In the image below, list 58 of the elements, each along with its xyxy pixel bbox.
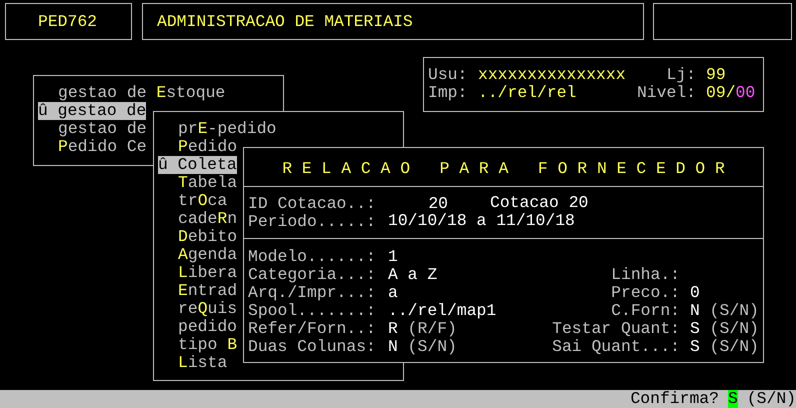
field-label: Modelo......: [248,247,377,266]
menu-item[interactable]: tipo B [158,336,238,354]
menu-item[interactable]: û gestao de [38,102,146,120]
field-value[interactable]: N (S/N) [388,337,538,356]
menu-item[interactable]: gestao de Estoque [38,84,226,102]
user-label: Usu: [428,66,468,84]
field-label: Periodo.....: [248,212,377,230]
program-code: PED762 [38,12,98,30]
field-label: C.Forn: [610,302,680,320]
level-value: 09/00 [706,84,756,102]
field-label: Sai Quant...: [551,338,680,356]
menu-item[interactable]: prE-pedido [158,120,276,138]
field-label: Spool.......: [248,301,377,320]
field-label: Duas Colunas: [248,337,377,356]
menu-item[interactable]: Agenda [158,246,238,264]
menu-item[interactable]: gestao de [38,120,147,138]
field-value[interactable]: 0 [690,283,700,302]
menu-item[interactable]: Tabela [158,174,238,192]
field-value[interactable]: ../rel/map1 [388,301,538,320]
field-value[interactable]: S (S/N) [690,337,759,356]
field-value[interactable]: A a Z [388,265,538,284]
printer-label: Imp: [428,84,468,102]
field-label: Arq./Impr...: [248,283,377,302]
field-label: Preco.: [610,284,680,302]
level-label: Nivel: [636,84,697,102]
menu-item[interactable]: Pedido Ce [38,138,147,156]
store-value: 99 [706,66,726,84]
menu-item[interactable]: Lista [158,354,228,372]
field-value[interactable]: a [388,283,538,302]
field-value[interactable]: 10/10/18 a 11/10/18 [388,212,575,230]
menu-item[interactable]: reQuis [158,300,238,318]
screen-title: ADMINISTRACAO DE MATERIAIS [157,12,413,30]
field-value[interactable]: 1 [388,247,538,266]
field-label: Testar Quant: [551,320,680,338]
dialog-title: R E L A C A O P A R A F O R N E C E D O R [244,148,763,187]
confirm-prompt: Confirma? [630,390,719,408]
confirm-hint: (S/N) [746,390,796,408]
printer-value: ../rel/rel [478,84,578,102]
field-label: ID Cotacao..: [248,194,377,212]
field-value[interactable]: S (S/N) [690,319,759,338]
menu-item[interactable]: trOca [158,192,228,210]
menu-item[interactable]: Debito [158,228,238,246]
menu-item[interactable]: Entrad [158,282,238,300]
field-value[interactable]: 20 [388,194,448,212]
quote-description: Cotacao 20 [490,194,588,212]
menu-item[interactable]: Libera [158,264,238,282]
field-value[interactable]: N (S/N) [690,301,759,320]
field-label: Linha.: [610,266,680,284]
menu-item[interactable]: cadeRn [158,210,238,228]
field-label: Refer/Forn..: [248,319,377,338]
field-label: Categoria...: [248,265,377,284]
user-value: xxxxxxxxxxxxxxx [478,66,627,84]
menu-item[interactable]: û Coleta [158,156,237,174]
confirm-answer[interactable]: S [728,390,738,408]
menu-item[interactable]: Pedido [158,138,238,156]
field-value[interactable]: R (R/F) [388,319,538,338]
menu-item[interactable]: pedido [158,318,238,336]
store-label: Lj: [665,66,697,84]
